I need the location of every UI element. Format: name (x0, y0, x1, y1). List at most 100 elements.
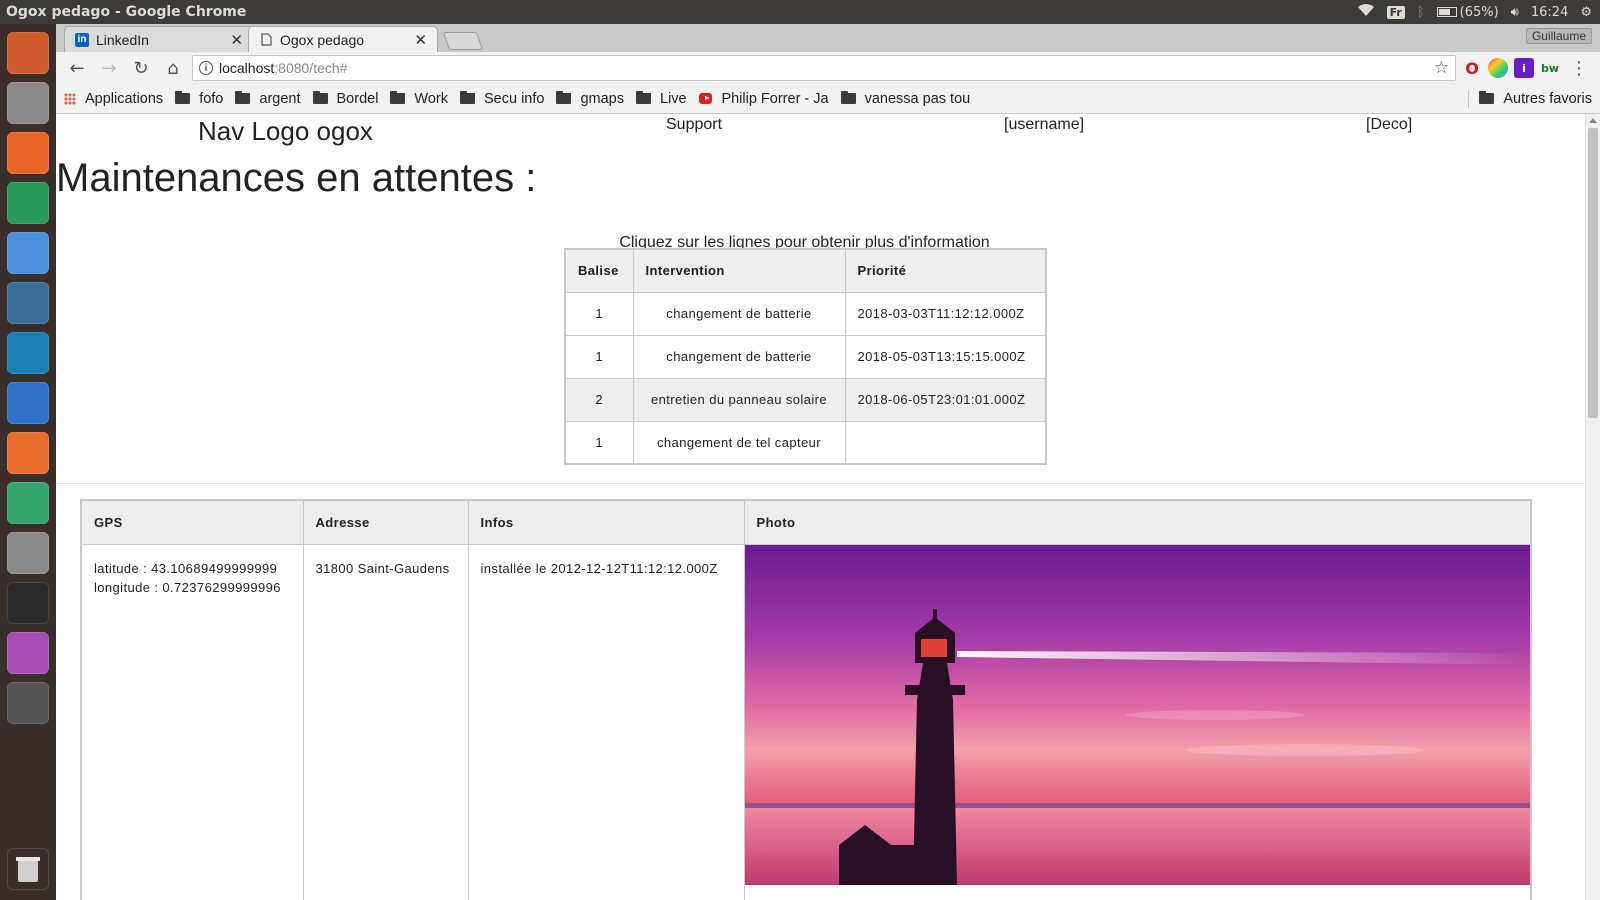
site-info-icon[interactable]: i (199, 61, 213, 75)
back-arrow-icon[interactable]: ← (64, 55, 90, 81)
bookmark-folder-argent[interactable]: argent (235, 90, 301, 107)
nav-logo[interactable]: Nav Logo ogox (198, 116, 373, 147)
unity-launcher (0, 24, 56, 900)
table-row[interactable]: 1 changement de batterie 2018-05-03T13:1… (564, 334, 1047, 379)
linkedin-icon: in (75, 32, 89, 47)
bookmark-youtube-philip-forrer[interactable]: Philip Forrer - Ja (698, 90, 829, 107)
beacon-detail-table: GPS Adresse Infos Photo latitude : 43.10… (80, 499, 1532, 900)
bookmark-label: Work (414, 90, 448, 107)
cell-balise: 2 (564, 377, 634, 422)
window-title: Ogox pedago - Google Chrome (6, 4, 247, 20)
site-nav: Nav Logo ogox Support [username] [Deco] (56, 114, 1584, 150)
webstorm-icon[interactable] (7, 332, 49, 374)
purple-extension-icon[interactable]: i (1514, 58, 1534, 78)
battery-indicator[interactable]: (65%) (1436, 5, 1499, 20)
firefox-icon[interactable] (7, 132, 49, 174)
telegram-icon[interactable] (7, 482, 49, 524)
terminal-icon[interactable] (7, 582, 49, 624)
profile-button[interactable]: Guillaume (1525, 28, 1592, 44)
menu-kebab-icon[interactable]: ⋮ (1566, 55, 1592, 81)
bookmark-folder-fofo[interactable]: fofo (175, 91, 223, 107)
maintenance-table: Balise Intervention Priorité 1 changemen… (564, 248, 1047, 465)
bookmark-folder-secu-info[interactable]: Secu info (460, 91, 544, 107)
cell-priorite: 2018-03-03T11:12:12.000Z (844, 291, 1047, 336)
folder-icon (1479, 91, 1495, 104)
scroll-up-arrow-icon[interactable] (1589, 118, 1597, 123)
address-bar[interactable]: i localhost:8080/tech# ☆ (192, 55, 1456, 81)
vscode-icon[interactable] (7, 382, 49, 424)
page-viewport[interactable]: Nav Logo ogox Support [username] [Deco] … (56, 114, 1600, 900)
opera-extension-icon[interactable]: O (1462, 58, 1482, 78)
trash-icon[interactable] (7, 848, 49, 890)
browser-window: in LinkedIn ✕ Ogox pedago ✕ Guillaume ← … (56, 24, 1600, 900)
table-row[interactable]: 1 changement de batterie 2018-03-03T11:1… (564, 291, 1047, 336)
new-tab-button[interactable] (442, 32, 484, 50)
bookmark-label: argent (259, 90, 301, 107)
bookmark-label: Applications (85, 90, 164, 107)
atom-icon[interactable] (7, 182, 49, 224)
table-row[interactable]: 1 changement de tel capteur (564, 420, 1047, 465)
cell-balise: 1 (564, 334, 634, 379)
cell-intervention: changement de tel capteur (632, 420, 846, 465)
cell-photo (743, 543, 1531, 900)
screenshot-icon[interactable] (7, 632, 49, 674)
bookmark-label: Philip Forrer - Ja (721, 90, 829, 107)
wifi-icon[interactable] (1357, 3, 1375, 21)
bw-extension-icon[interactable]: bw (1540, 58, 1560, 78)
rainbow-extension-icon[interactable] (1488, 58, 1508, 78)
settings-icon[interactable] (7, 532, 49, 574)
nav-username[interactable]: [username] (1004, 116, 1084, 134)
keyboard-layout-indicator[interactable]: Fr (1386, 5, 1405, 19)
tab-ogox-pedago[interactable]: Ogox pedago ✕ (248, 26, 438, 52)
workspace-switcher-icon[interactable] (7, 682, 49, 724)
column-header-photo: Photo (743, 499, 1531, 545)
tab-strip: in LinkedIn ✕ Ogox pedago ✕ Guillaume (56, 24, 1600, 52)
tab-linkedin[interactable]: in LinkedIn ✕ (64, 26, 254, 52)
reload-icon[interactable]: ↻ (128, 55, 154, 81)
close-tab-icon[interactable]: ✕ (414, 31, 427, 49)
tab-label: Ogox pedago (280, 31, 365, 48)
close-tab-icon[interactable]: ✕ (230, 31, 243, 49)
chrome-icon[interactable] (7, 232, 49, 274)
nav-support-link[interactable]: Support (666, 116, 722, 134)
column-header-gps: GPS (80, 499, 304, 545)
column-header-adresse: Adresse (302, 499, 469, 545)
page-scrollbar[interactable] (1585, 114, 1600, 900)
bookmark-other-favorites[interactable]: Autres favoris (1479, 91, 1592, 107)
browser-toolbar: ← → ↻ ⌂ i localhost:8080/tech# ☆ O i bw … (56, 52, 1600, 84)
home-icon[interactable]: ⌂ (160, 55, 186, 81)
scrollbar-thumb[interactable] (1588, 128, 1598, 418)
os-top-panel: Ogox pedago - Google Chrome Fr ᛒ (65%) 🔊… (0, 0, 1600, 24)
battery-icon (1436, 7, 1457, 17)
cell-intervention: entretien du panneau solaire (632, 377, 846, 422)
table-header-row: GPS Adresse Infos Photo (80, 499, 1531, 545)
ubuntu-logo-icon[interactable] (7, 32, 49, 74)
cell-adresse: 31800 Saint-Gaudens (302, 543, 469, 900)
folder-icon (460, 91, 475, 104)
cell-priorite: 2018-05-03T13:15:15.000Z (844, 334, 1047, 379)
bookmark-folder-vanessa[interactable]: vanessa pas tou (840, 91, 970, 107)
volume-icon[interactable]: 🔊︎ (1511, 5, 1519, 20)
cell-intervention: changement de batterie (632, 291, 846, 336)
bookmark-folder-gmaps[interactable]: gmaps (556, 91, 624, 107)
bookmark-folder-work[interactable]: Work (390, 91, 448, 107)
bluetooth-icon[interactable]: ᛒ (1417, 5, 1425, 20)
folder-icon (175, 91, 191, 104)
mysql-workbench-icon[interactable] (7, 282, 49, 324)
lighthouse-sunset-photo (744, 544, 1530, 885)
clock[interactable]: 16:24 (1531, 5, 1568, 20)
cell-balise: 1 (564, 420, 634, 465)
cell-intervention: changement de batterie (632, 334, 846, 379)
nav-logout-link[interactable]: [Deco] (1366, 116, 1412, 134)
system-gear-icon[interactable]: ⚙ (1580, 5, 1592, 20)
folder-icon (636, 91, 651, 104)
bookmark-folder-live[interactable]: Live (636, 91, 687, 107)
bookmark-star-icon[interactable]: ☆ (1434, 58, 1449, 78)
youtube-icon (698, 93, 713, 104)
files-icon[interactable] (7, 82, 49, 124)
software-center-icon[interactable] (7, 432, 49, 474)
forward-arrow-icon[interactable]: → (96, 55, 122, 81)
bookmark-applications[interactable]: Applications (64, 91, 163, 107)
bookmark-folder-bordel[interactable]: Bordel (312, 91, 378, 107)
table-row[interactable]: 2 entretien du panneau solaire 2018-06-0… (564, 377, 1047, 422)
